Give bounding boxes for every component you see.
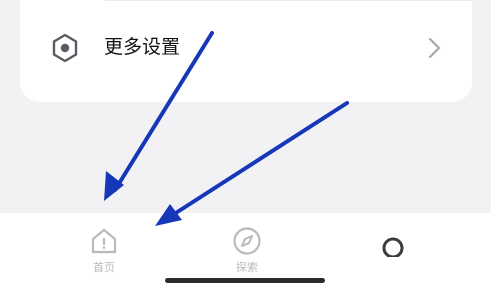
arrow-to-home-tab — [104, 31, 214, 201]
annotation-arrows — [104, 31, 349, 226]
arrow-to-home-label — [155, 101, 349, 226]
